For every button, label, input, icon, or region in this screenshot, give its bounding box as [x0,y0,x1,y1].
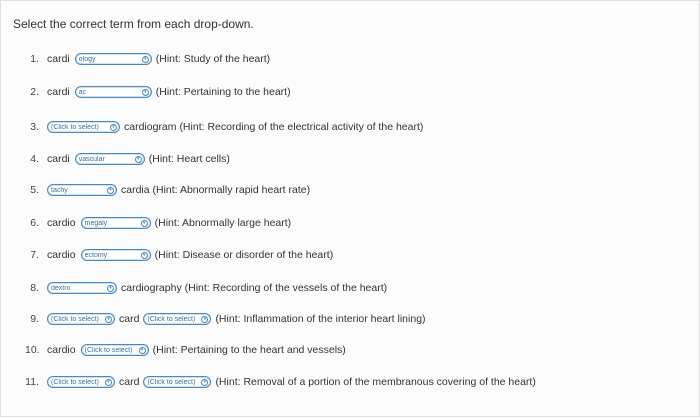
dropdown-value: tachy [51,186,68,194]
chevron-down-icon: ▾ [107,284,114,292]
question-number: 1. [30,53,39,65]
term-dropdown[interactable]: ectomy ▾ [80,249,151,261]
dropdown-value: ectomy [84,251,108,259]
question-number: 2. [30,86,39,98]
chevron-down-icon: ▾ [201,315,209,323]
hint-text: (Hint: Pertaining to the heart) [155,86,291,98]
question-row-7: 7. cardio ectomy ▾ (Hint: Disease or diso… [25,246,333,264]
dropdown-value: vascular [78,155,105,163]
hint-text: cardiography (Hint: Recording of the ves… [121,282,388,294]
word-middle: card [119,313,140,325]
dropdown-value: (Click to select) [51,315,99,323]
chevron-down-icon: ▾ [140,251,148,259]
question-row-8: 8. dextro ▾ cardiography (Hint: Recording… [25,279,387,297]
term-dropdown[interactable]: (Click to select) ▾ [47,313,115,325]
question-number: 11. [25,376,39,388]
question-row-3: 3. (Click to select) ▾ cardiogram (Hint: … [25,118,423,136]
question-number: 4. [30,153,39,165]
question-row-4: 4. cardi vascular ▾ (Hint: Heart cells) [25,150,230,168]
dropdown-value: (Click to select) [147,378,196,386]
chevron-down-icon: ▾ [201,378,209,386]
question-number: 10. [25,344,40,356]
dropdown-value: (Click to select) [147,315,196,323]
chevron-down-icon: ▾ [141,55,149,63]
question-panel: Select the correct term from each drop-d… [0,0,700,417]
question-row-1: 1. cardi ology ▾ (Hint: Study of the hear… [25,50,270,68]
question-row-11: 11. (Click to select) ▾ card (Click to se… [25,373,536,391]
dropdown-value: (Click to select) [84,346,133,354]
term-dropdown[interactable]: (Click to select) ▾ [47,121,120,133]
question-row-10: 10. cardio (Click to select) ▾ (Hint: Per… [25,341,346,359]
hint-text: (Hint: Abnormally large heart) [154,217,292,229]
dropdown-value: dextro [51,284,71,292]
question-number: 7. [30,249,39,261]
chevron-down-icon: ▾ [105,378,112,386]
word-middle: card [119,376,140,388]
word-prefix: cardi [47,86,70,98]
question-number: 5. [30,184,39,196]
term-dropdown-2[interactable]: (Click to select) ▾ [143,376,212,388]
dropdown-value: ology [78,55,96,63]
word-prefix: cardi [47,53,70,65]
hint-text: (Hint: Heart cells) [148,153,230,165]
hint-text: (Hint: Inflammation of the interior hear… [215,313,426,325]
chevron-down-icon: ▾ [105,315,112,323]
dropdown-value: megaly [84,219,108,227]
term-dropdown[interactable]: (Click to select) ▾ [80,344,149,356]
word-prefix: cardio [47,217,76,229]
hint-text: (Hint: Removal of a portion of the membr… [215,376,536,388]
word-prefix: cardio [47,249,76,261]
chevron-down-icon: ▾ [110,123,117,131]
term-dropdown[interactable]: vascular ▾ [74,153,145,165]
dropdown-value: (Click to select) [51,123,99,131]
word-prefix: cardio [47,344,76,356]
question-row-2: 2. cardi ac ▾ (Hint: Pertaining to the he… [25,83,291,101]
question-row-9: 9. (Click to select) ▾ card (Click to sel… [25,310,426,328]
word-prefix: cardi [47,153,70,165]
hint-text: cardia (Hint: Abnormally rapid heart rat… [121,184,311,196]
term-dropdown[interactable]: megaly ▾ [80,217,151,229]
question-number: 9. [30,313,39,325]
question-row-6: 6. cardio megaly ▾ (Hint: Abnormally larg… [25,214,291,232]
term-dropdown[interactable]: tachy ▾ [47,184,117,196]
dropdown-value: ac [78,88,87,96]
question-number: 8. [30,282,39,294]
chevron-down-icon: ▾ [138,346,146,354]
chevron-down-icon: ▾ [134,155,142,163]
question-number: 3. [30,121,39,133]
chevron-down-icon: ▾ [140,219,148,227]
chevron-down-icon: ▾ [107,186,114,194]
hint-text: (Hint: Disease or disorder of the heart) [154,249,334,261]
hint-text: cardiogram (Hint: Recording of the elect… [124,121,424,133]
term-dropdown[interactable]: ac ▾ [74,86,152,98]
hint-text: (Hint: Study of the heart) [155,53,271,65]
question-row-5: 5. tachy ▾ cardia (Hint: Abnormally rapid… [25,181,310,199]
term-dropdown[interactable]: (Click to select) ▾ [47,376,115,388]
instruction-text: Select the correct term from each drop-d… [13,17,254,31]
question-number: 6. [30,217,39,229]
term-dropdown-2[interactable]: (Click to select) ▾ [143,313,212,325]
chevron-down-icon: ▾ [141,88,149,96]
term-dropdown[interactable]: dextro ▾ [47,282,117,294]
dropdown-value: (Click to select) [51,378,99,386]
term-dropdown[interactable]: ology ▾ [74,53,152,65]
hint-text: (Hint: Pertaining to the heart and vesse… [152,344,346,356]
